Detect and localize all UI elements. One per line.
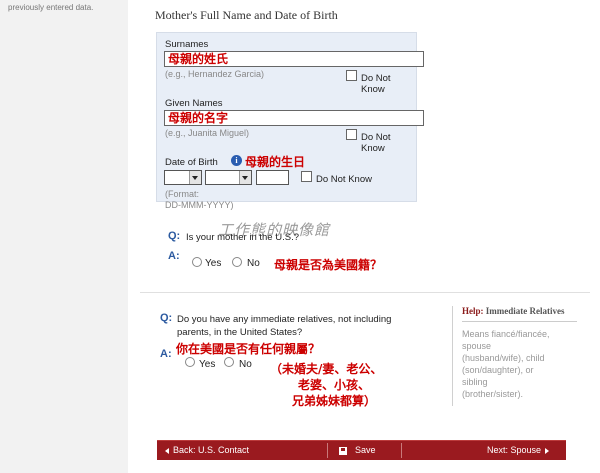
help-line: (brother/sister). [462,389,524,399]
relatives-annotation-line3: 兄弟姊妹都算） [292,394,377,408]
mother-yes-label: Yes [205,258,222,269]
next-button-label: Next: Spouse [487,445,542,455]
surnames-label: Surnames [165,39,209,50]
dob-month-select[interactable] [205,170,252,185]
given-names-label: Given Names [165,98,223,109]
save-icon [339,446,347,455]
relatives-annotation-title: 你在美國是否有任何親屬？ [176,342,321,356]
relatives-question-line1: Do you have any immediate relatives, not… [177,314,392,325]
relatives-no-label: No [239,359,252,370]
mother-no-radio[interactable] [232,257,242,267]
given-names-dnk-checkbox[interactable] [346,129,357,140]
help-body: Means fiancé/fiancée, spouse (husband/wi… [462,328,577,400]
relatives-annotation-line1: （未婚夫/妻、老公、 [270,362,383,376]
given-names-input[interactable]: 母親的名字 [164,110,424,126]
relatives-no-radio[interactable] [224,357,234,367]
relatives-annotation-line2: 老婆、小孩、 [298,378,371,392]
mother-question-q: Q: [168,230,181,242]
relatives-question-q: Q: [160,312,173,324]
given-names-dnk-label: Do Not Know [361,132,391,154]
mother-no-label: No [247,258,260,269]
next-button[interactable]: Next: Spouse [487,441,550,460]
back-button[interactable]: Back: U.S. Contact [165,441,249,460]
help-title: Help: Immediate Relatives [462,306,577,322]
help-line: (son/daughter), or [462,365,534,375]
relatives-yes-label: Yes [199,359,216,370]
mother-us-annotation: 母親是否為美國籍？ [274,258,383,272]
nav-separator [401,443,402,458]
section-divider [140,292,590,293]
relatives-answer-a: A: [160,348,172,360]
dob-label: Date of Birth [165,157,218,168]
dob-year-input[interactable] [256,170,289,185]
back-button-label: Back: U.S. Contact [173,445,250,455]
dob-annotation: 母親的生日 [245,155,306,169]
mother-yes-radio[interactable] [192,257,202,267]
surnames-dnk-label: Do Not Know [361,73,391,95]
nav-separator [327,443,328,458]
navigation-bar: Back: U.S. Contact Save Next: Spouse [157,440,566,460]
relatives-yes-radio[interactable] [185,357,195,367]
save-button-label: Save [355,445,376,455]
arrow-left-icon [165,447,169,454]
surnames-hint: (e.g., Hernandez Garcia) [165,69,265,79]
help-line: sibling [462,377,488,387]
dob-format-line2: DD-MMM-YYYY) [165,200,234,210]
left-panel: previously entered data. [0,0,128,473]
arrow-right-icon [545,447,550,454]
sidebar-note: previously entered data. [8,3,94,12]
help-line: Means fiancé/fiancée, [462,329,550,339]
help-line: spouse [462,341,492,351]
save-button[interactable]: Save [339,441,376,460]
surnames-input[interactable]: 母親的姓氏 [164,51,424,67]
main-content: Mother's Full Name and Date of Birth Sur… [130,0,600,473]
given-names-hint: (e.g., Juanita Miguel) [165,128,250,138]
mother-name-box: Surnames 母親的姓氏 (e.g., Hernandez Garcia) … [156,32,424,210]
help-panel: Help: Immediate Relatives Means fiancé/f… [452,306,577,406]
dob-dnk-checkbox[interactable] [301,171,312,182]
chevron-down-icon [239,171,251,184]
dob-dnk-label: Do Not Know [316,174,372,185]
help-line: (husband/wife), child [462,353,545,363]
surnames-dnk-checkbox[interactable] [346,70,357,81]
chevron-down-icon [189,171,201,184]
help-prefix: Help: [462,306,484,316]
mother-question-text: Is your mother in the U.S.? [186,232,299,243]
info-icon[interactable]: i [231,155,242,166]
mother-answer-a: A: [168,250,180,262]
dob-day-select[interactable] [164,170,202,185]
help-title-text: Immediate Relatives [485,306,565,316]
relatives-question-line2: parents, in the United States? [177,327,303,338]
section-title: Mother's Full Name and Date of Birth [155,8,338,22]
